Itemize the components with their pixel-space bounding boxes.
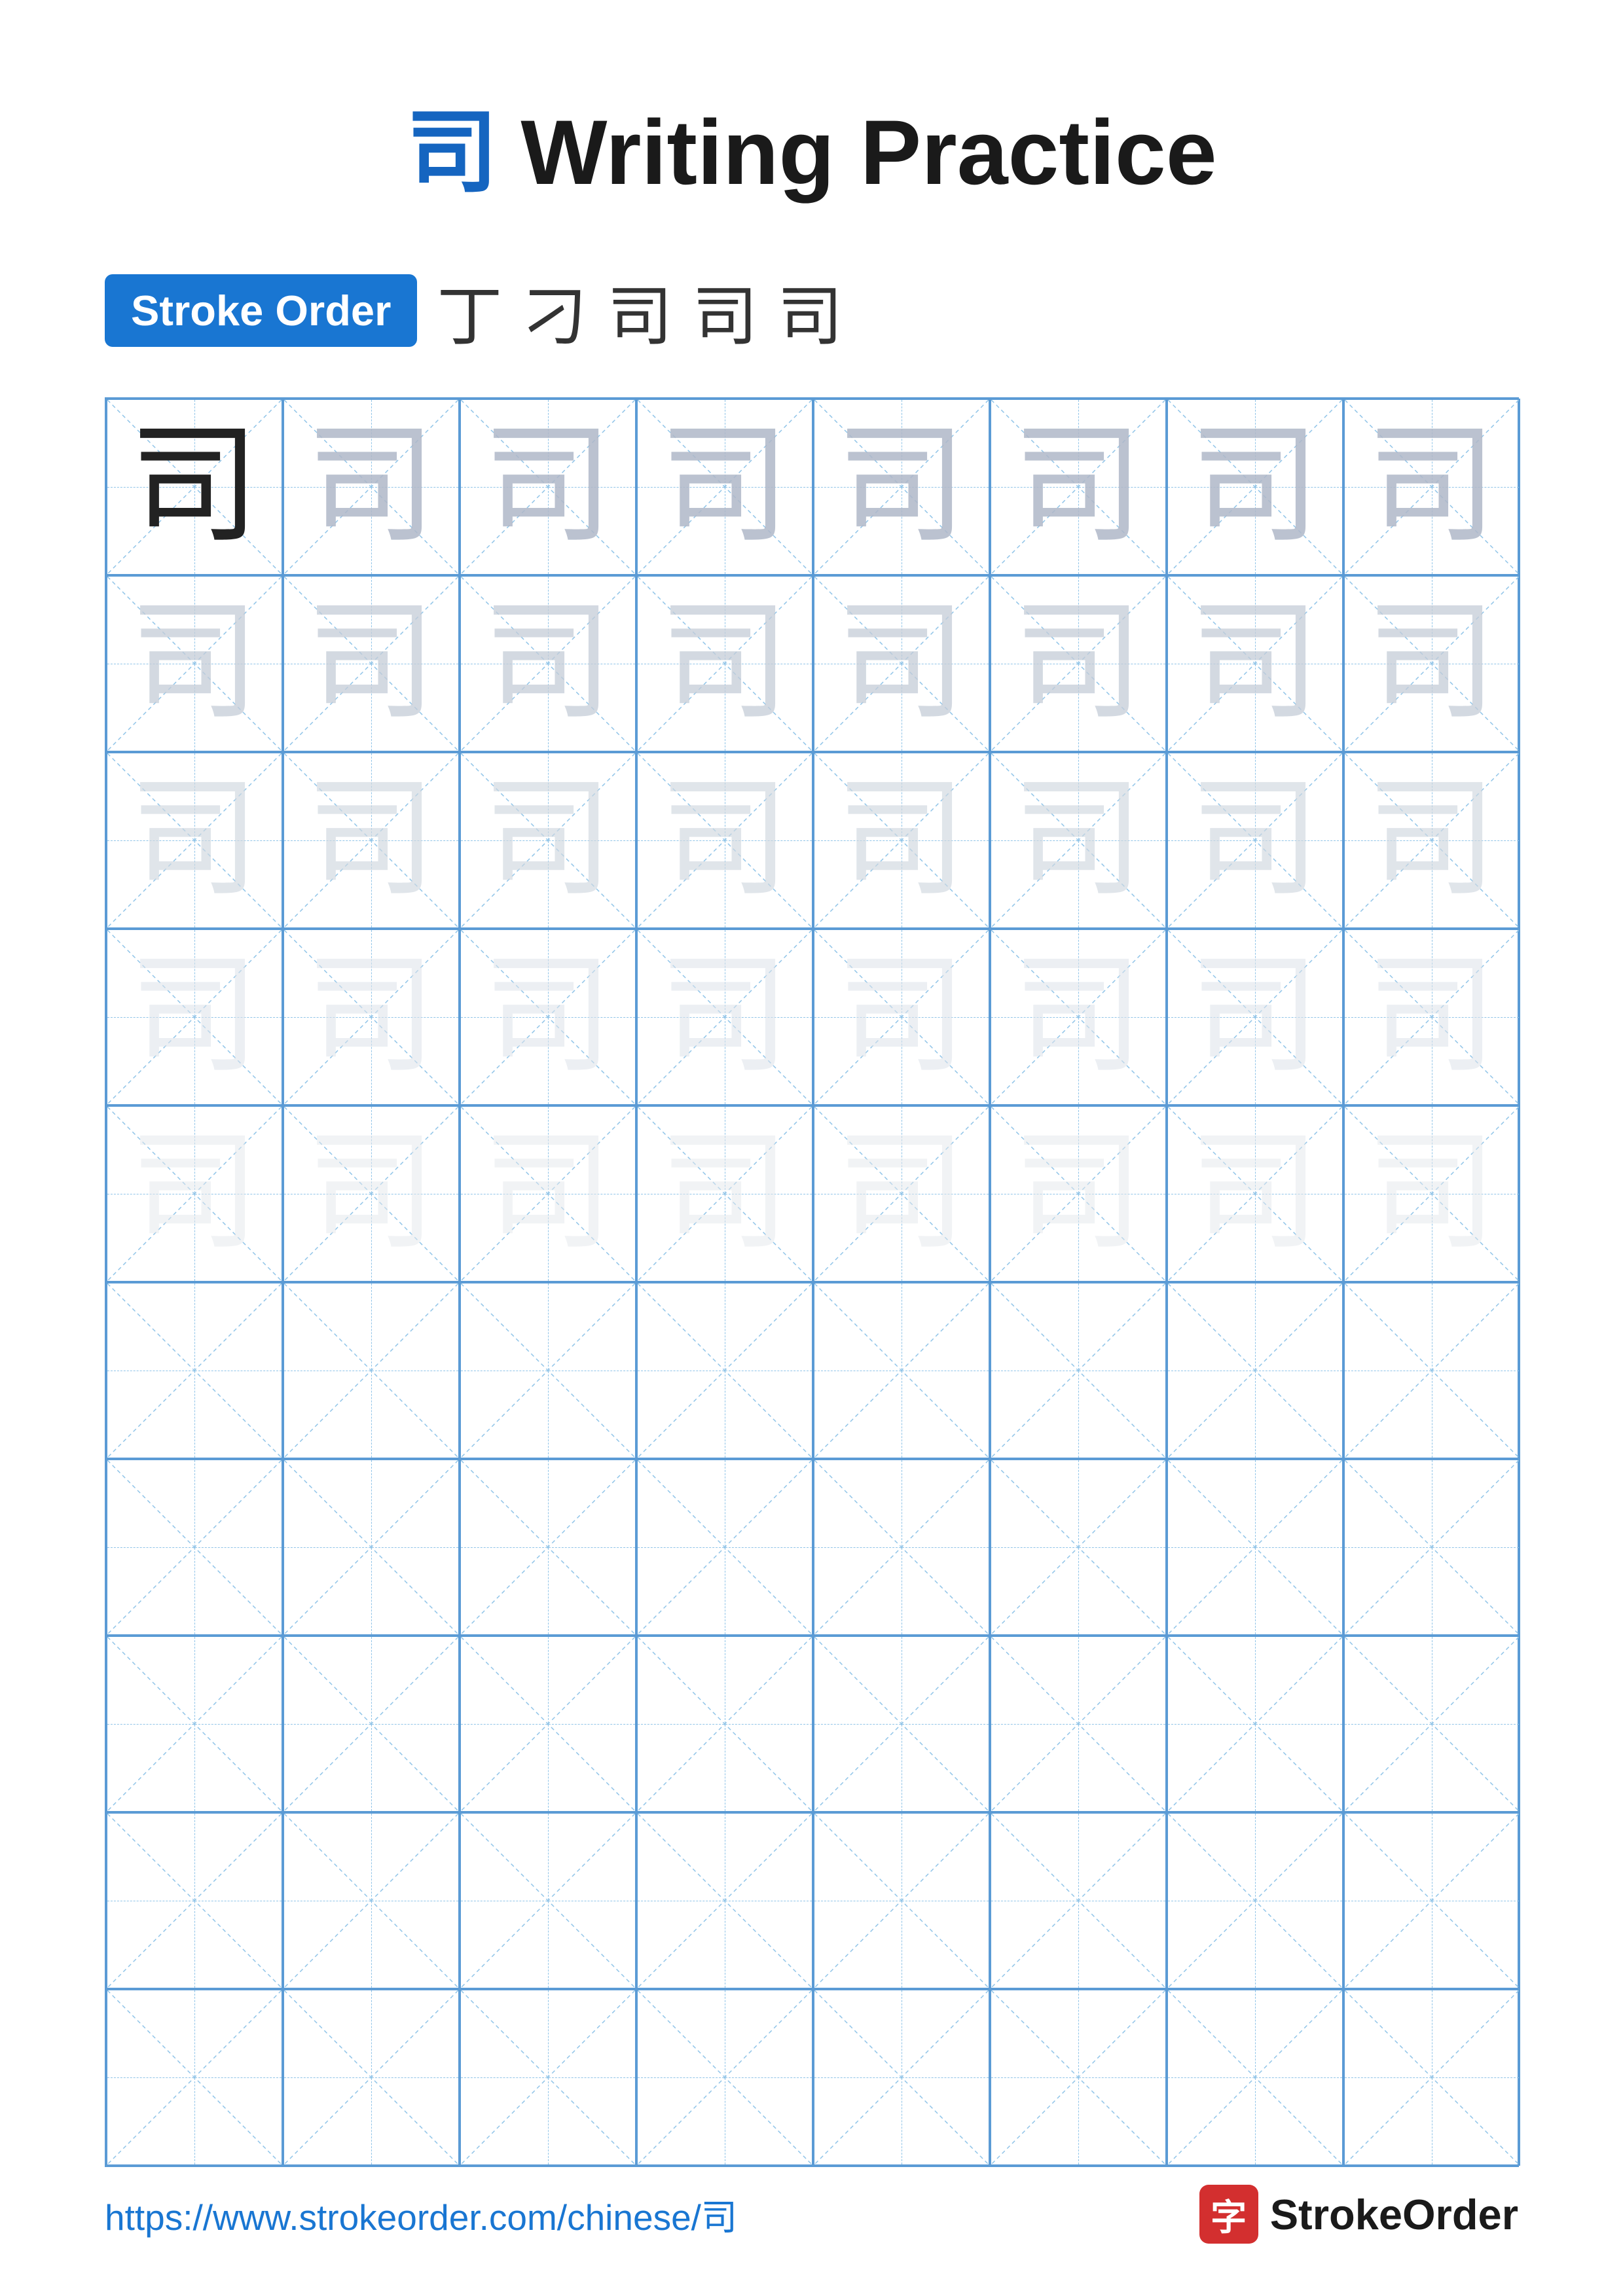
- grid-cell[interactable]: 司: [1167, 1105, 1343, 1282]
- grid-cell[interactable]: 司: [283, 399, 460, 575]
- grid-cell[interactable]: [460, 1812, 636, 1989]
- footer-logo-icon: 字: [1199, 2185, 1258, 2244]
- grid-cell[interactable]: [1343, 1459, 1520, 1636]
- grid-cell[interactable]: 司: [1167, 752, 1343, 929]
- grid-cell[interactable]: [106, 1812, 283, 1989]
- grid-cell[interactable]: [990, 1636, 1167, 1812]
- grid-cell[interactable]: 司: [813, 399, 990, 575]
- grid-cell[interactable]: 司: [990, 1105, 1167, 1282]
- grid-cell[interactable]: 司: [1167, 575, 1343, 752]
- grid-cell[interactable]: [1343, 1989, 1520, 2166]
- grid-cell[interactable]: 司: [283, 1105, 460, 1282]
- grid-cell[interactable]: 司: [283, 929, 460, 1105]
- grid-cell[interactable]: [283, 1459, 460, 1636]
- grid-cell[interactable]: [460, 1459, 636, 1636]
- grid-cell[interactable]: 司: [636, 929, 813, 1105]
- grid-cell[interactable]: [990, 1812, 1167, 1989]
- grid-cell[interactable]: 司: [1343, 575, 1520, 752]
- grid-cell[interactable]: [990, 1282, 1167, 1459]
- grid-cell[interactable]: [283, 1989, 460, 2166]
- grid-cell[interactable]: 司: [106, 399, 283, 575]
- grid-cell[interactable]: 司: [1343, 929, 1520, 1105]
- grid-cell[interactable]: [990, 1989, 1167, 2166]
- grid-cell[interactable]: 司: [990, 575, 1167, 752]
- grid-cell[interactable]: [1167, 1812, 1343, 1989]
- grid-cell[interactable]: [636, 1989, 813, 2166]
- grid-cell[interactable]: 司: [460, 575, 636, 752]
- grid-cell[interactable]: 司: [1167, 929, 1343, 1105]
- grid-cell[interactable]: [460, 1636, 636, 1812]
- grid-cell[interactable]: 司: [106, 1105, 283, 1282]
- grid-cell[interactable]: 司: [460, 752, 636, 929]
- stroke-order-chars: 丁 刁 司 司 司: [437, 263, 849, 358]
- stroke-order-badge: Stroke Order: [105, 274, 417, 347]
- grid-cell[interactable]: 司: [636, 575, 813, 752]
- grid-cell[interactable]: 司: [1167, 399, 1343, 575]
- grid-cell[interactable]: 司: [636, 752, 813, 929]
- grid-cell[interactable]: 司: [990, 752, 1167, 929]
- grid-cell[interactable]: 司: [460, 399, 636, 575]
- grid-cell[interactable]: 司: [813, 575, 990, 752]
- grid-cell[interactable]: 司: [106, 929, 283, 1105]
- page-title: 司 Writing Practice: [0, 0, 1623, 263]
- grid-cell[interactable]: [990, 1459, 1167, 1636]
- grid-cell[interactable]: [106, 1282, 283, 1459]
- grid-cell[interactable]: [1167, 1989, 1343, 2166]
- grid-cell[interactable]: 司: [1343, 752, 1520, 929]
- grid-cell[interactable]: [636, 1636, 813, 1812]
- footer-url[interactable]: https://www.strokeorder.com/chinese/司: [105, 2188, 737, 2240]
- grid-cell[interactable]: [1167, 1459, 1343, 1636]
- grid-cell[interactable]: [106, 1636, 283, 1812]
- grid-cell[interactable]: [1343, 1636, 1520, 1812]
- grid-cell[interactable]: 司: [636, 399, 813, 575]
- grid-cell[interactable]: [636, 1812, 813, 1989]
- grid-cell[interactable]: 司: [990, 929, 1167, 1105]
- grid-cell[interactable]: [813, 1812, 990, 1989]
- grid-cell[interactable]: [813, 1989, 990, 2166]
- grid-cell[interactable]: 司: [460, 929, 636, 1105]
- grid-cell[interactable]: [636, 1459, 813, 1636]
- grid-cell[interactable]: [813, 1459, 990, 1636]
- grid-cell[interactable]: [106, 1989, 283, 2166]
- grid-cell[interactable]: 司: [283, 752, 460, 929]
- grid-cell[interactable]: [1167, 1282, 1343, 1459]
- grid-cell[interactable]: 司: [1343, 1105, 1520, 1282]
- grid-cell[interactable]: [283, 1282, 460, 1459]
- grid-cell[interactable]: 司: [813, 929, 990, 1105]
- grid-cell[interactable]: 司: [813, 752, 990, 929]
- grid-cell[interactable]: [813, 1282, 990, 1459]
- title-char: 司: [406, 103, 498, 204]
- grid-cell[interactable]: [1343, 1282, 1520, 1459]
- grid-cell[interactable]: [1343, 1812, 1520, 1989]
- grid-cell[interactable]: 司: [283, 575, 460, 752]
- grid-cell[interactable]: [460, 1989, 636, 2166]
- grid-cell[interactable]: [283, 1812, 460, 1989]
- grid-cell[interactable]: 司: [636, 1105, 813, 1282]
- grid-cell[interactable]: [813, 1636, 990, 1812]
- grid-cell[interactable]: 司: [813, 1105, 990, 1282]
- grid-cell[interactable]: [106, 1459, 283, 1636]
- title-text: Writing Practice: [520, 101, 1216, 204]
- footer: https://www.strokeorder.com/chinese/司 字 …: [0, 2185, 1623, 2244]
- footer-logo: 字 StrokeOrder: [1199, 2185, 1518, 2244]
- grid-cell[interactable]: 司: [1343, 399, 1520, 575]
- grid-cell[interactable]: 司: [460, 1105, 636, 1282]
- grid-cell[interactable]: [1167, 1636, 1343, 1812]
- footer-logo-text: StrokeOrder: [1270, 2190, 1518, 2239]
- grid-cell[interactable]: 司: [106, 575, 283, 752]
- grid-cell[interactable]: 司: [990, 399, 1167, 575]
- grid-cell[interactable]: [460, 1282, 636, 1459]
- grid-cell[interactable]: [636, 1282, 813, 1459]
- grid-cell[interactable]: [283, 1636, 460, 1812]
- practice-grid: 司 司 司 司: [105, 397, 1519, 2167]
- grid-cell[interactable]: 司: [106, 752, 283, 929]
- stroke-order-section: Stroke Order 丁 刁 司 司 司: [0, 263, 1623, 358]
